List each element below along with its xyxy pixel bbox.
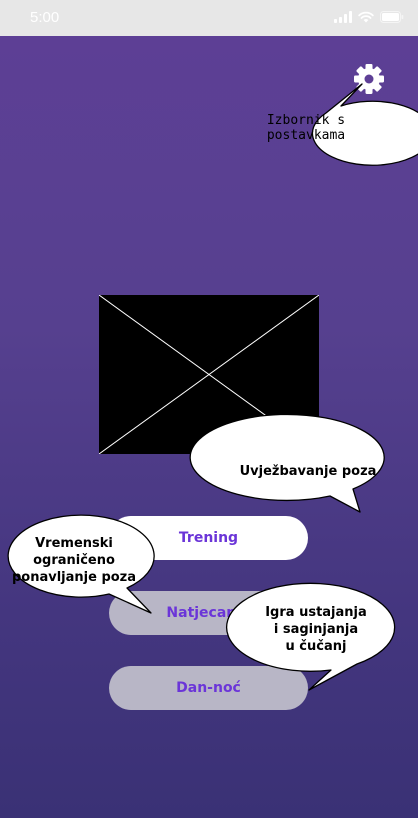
timed-callout-line: ograničeno xyxy=(33,553,115,568)
timed-callout-line: Vremenski xyxy=(35,536,113,551)
practice-callout: Uvježbavanje poza xyxy=(239,464,377,479)
settings-callout: Izbornik s postavkama xyxy=(247,113,365,143)
timed-callout: Vremenski ograničeno ponavljanje poza xyxy=(4,535,144,586)
settings-callout-line: Izbornik s xyxy=(266,113,346,128)
squat-callout-line: Igra ustajanja xyxy=(265,605,367,620)
squat-callout-line: u čučanj xyxy=(285,639,347,654)
settings-callout-line: postavkama xyxy=(266,128,346,143)
squat-callout-line: i saginjanja xyxy=(273,622,359,637)
squat-callout: Igra ustajanja i saginjanja u čučanj xyxy=(248,604,384,655)
app-screen: 5:00 Trening Natjecanje Dan-noć Izbornik… xyxy=(0,0,418,818)
timed-callout-line: ponavljanje poza xyxy=(11,570,137,585)
